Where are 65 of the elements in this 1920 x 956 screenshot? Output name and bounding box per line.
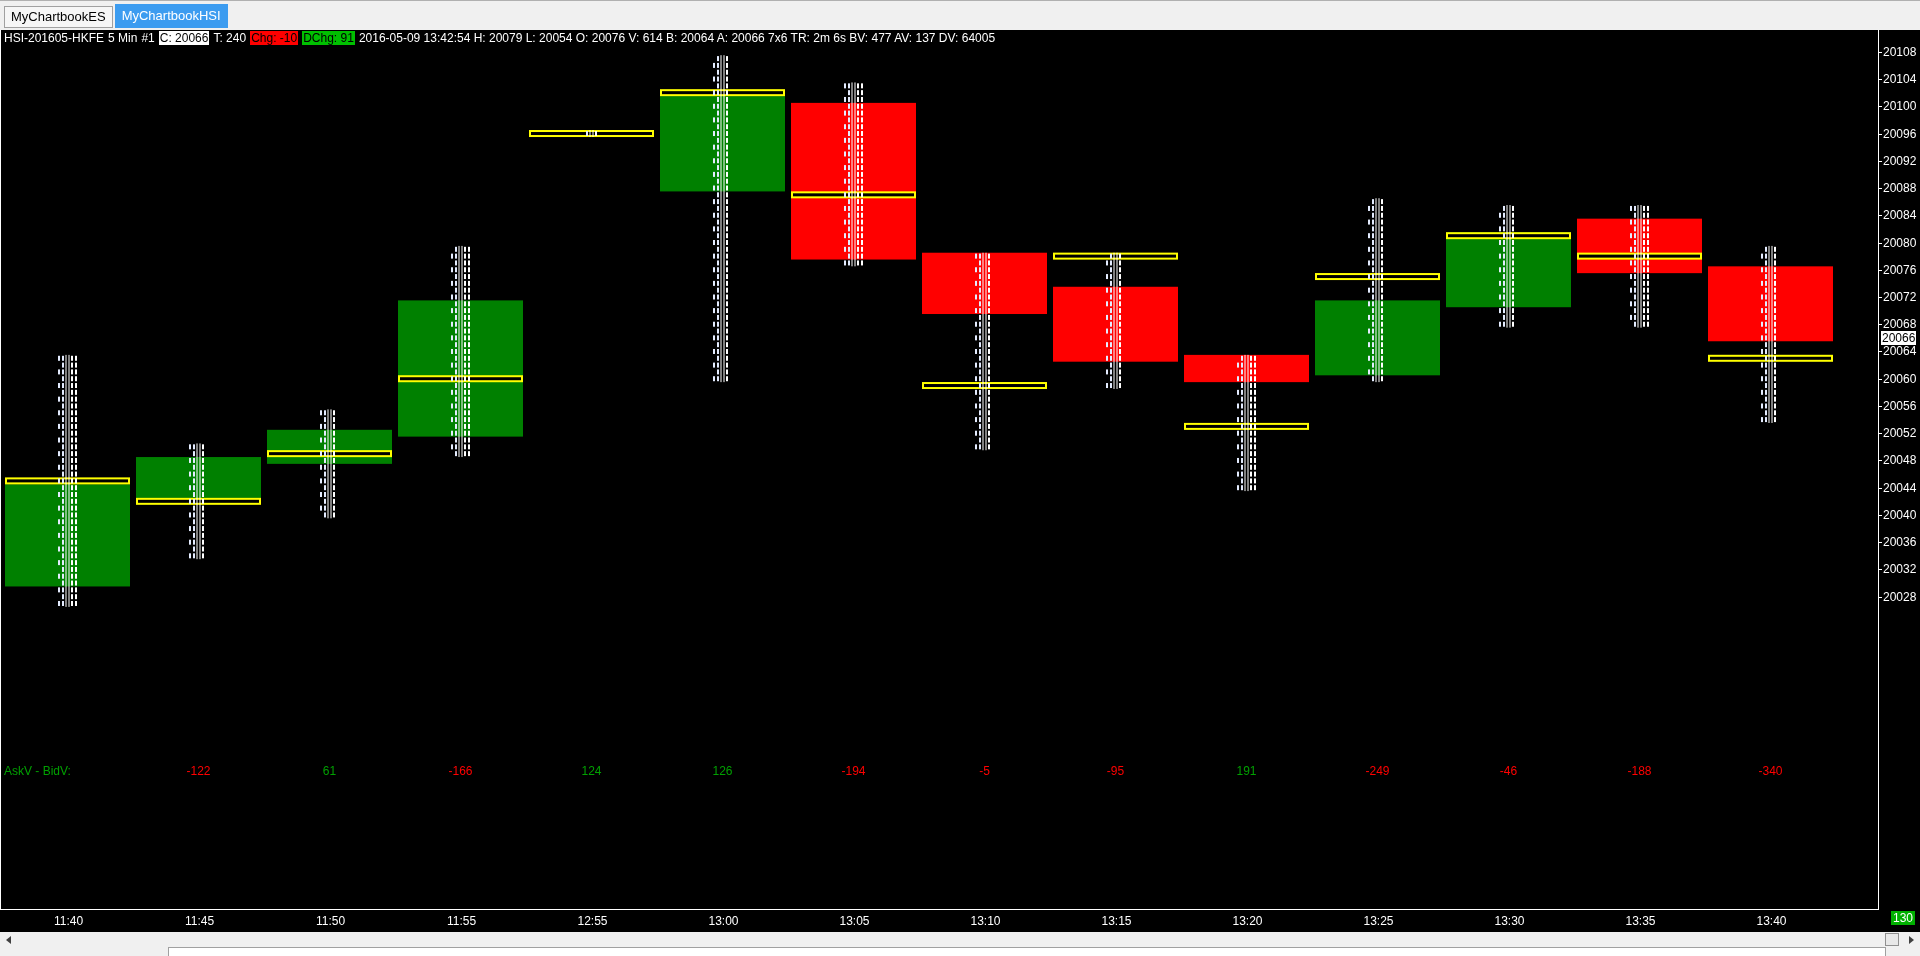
price-label: 20088 — [1883, 181, 1917, 195]
delta-value: -95 — [1106, 764, 1125, 778]
price-label: 20028 — [1883, 589, 1917, 604]
time-label: 11:55 — [446, 914, 477, 928]
chart-info-text: #1 — [141, 31, 155, 45]
delta-value: -166 — [448, 764, 473, 778]
time-label: 13:05 — [839, 914, 870, 928]
caret-left-icon[interactable] — [6, 935, 11, 944]
highlighted-value: Chg: -10 — [250, 31, 299, 45]
price-label: 20064 — [1883, 344, 1917, 359]
chart-info-text: 5 Min — [108, 31, 138, 45]
time-label: 13:10 — [970, 914, 1001, 928]
chart-info-text: 2016-05-09 13:42:54 H: 20079 L: 20054 O: 20076 V: 614 B: 20064 A: 20066 7x6 TR: 2m 6s BV: 477 AV: 137 DV: 64005 — [358, 31, 996, 45]
price-label: 20100 — [1883, 99, 1917, 114]
price-label: 20076 — [1883, 262, 1917, 277]
price-label: 20044 — [1883, 480, 1917, 495]
delta-value: -46 — [1499, 764, 1518, 778]
price-label: 20092 — [1883, 153, 1917, 168]
price-label: 20084 — [1883, 208, 1917, 223]
delta-value: -188 — [1627, 764, 1652, 778]
time-label: 12:55 — [577, 914, 608, 928]
delta-value: 126 — [712, 764, 733, 778]
delta-value: -340 — [1758, 764, 1783, 778]
price-label: 20032 — [1883, 562, 1917, 577]
price-label: 20108 — [1883, 44, 1917, 59]
footprint-ladder-drawing — [586, 129, 597, 138]
chart-info-text: T: 240 — [213, 31, 247, 45]
time-label: 13:20 — [1232, 914, 1263, 928]
delta-value: -249 — [1365, 764, 1390, 778]
scrollbar-thumb[interactable] — [1885, 933, 1899, 946]
price-label: 20068 — [1883, 317, 1917, 332]
price-label: 20052 — [1883, 426, 1917, 441]
delta-value: 124 — [581, 764, 602, 778]
time-label: 13:30 — [1494, 914, 1525, 928]
time-label: 13:00 — [708, 914, 739, 928]
time-label: 13:25 — [1363, 914, 1394, 928]
price-label: 20072 — [1883, 290, 1917, 304]
chartbook-tab[interactable]: MyChartbookES — [4, 6, 113, 28]
delta-value: -122 — [186, 764, 211, 778]
chart-info-text: HSI-201605-HKFE — [4, 31, 105, 45]
time-label: 13:15 — [1101, 914, 1132, 928]
price-label: 20104 — [1883, 72, 1917, 87]
corner-badge: 130 — [1891, 911, 1916, 925]
price-label: 20056 — [1883, 398, 1917, 413]
caret-right-icon[interactable] — [1909, 935, 1914, 944]
price-label: 20040 — [1883, 507, 1917, 522]
price-label: 20080 — [1883, 235, 1917, 250]
highlighted-value: C: 20066 — [158, 31, 210, 45]
delta-value: 191 — [1236, 764, 1257, 778]
current-price-label: 20066 — [1881, 330, 1917, 345]
lower-scrollbar-track[interactable] — [168, 947, 1886, 956]
price-label: 20036 — [1883, 535, 1917, 550]
delta-row-label: AskV - BidV: — [4, 764, 71, 778]
price-label: 20060 — [1883, 371, 1917, 386]
time-label: 13:40 — [1756, 914, 1787, 928]
time-label: 11:50 — [315, 914, 346, 928]
delta-value: -5 — [979, 764, 990, 778]
price-label: 20048 — [1883, 453, 1917, 468]
delta-value: -194 — [841, 764, 866, 778]
price-label: 20096 — [1883, 126, 1917, 141]
delta-value: 61 — [322, 764, 337, 778]
highlighted-value: DChg: 91 — [302, 31, 355, 45]
time-label: 11:45 — [184, 914, 215, 928]
time-label: 13:35 — [1625, 914, 1656, 928]
time-label: 11:40 — [53, 914, 84, 928]
